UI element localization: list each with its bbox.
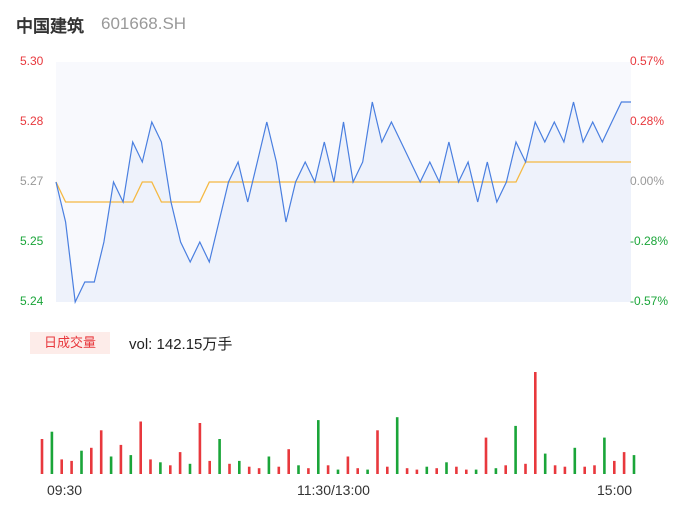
volume-bar: [563, 466, 567, 474]
volume-bar: [613, 460, 616, 474]
volume-bar: [474, 469, 478, 474]
volume-bar: [583, 466, 586, 474]
volume-bar: [149, 459, 152, 474]
volume-bar: [198, 423, 202, 474]
volume-bar: [178, 452, 182, 474]
volume-bar: [80, 450, 83, 474]
volume-bar: [346, 456, 350, 474]
volume-bar: [405, 468, 409, 474]
y-left-tick: 5.28: [20, 114, 44, 128]
volume-bar: [622, 452, 626, 474]
volume-bar: [297, 465, 300, 474]
y-left-tick: 5.27: [20, 174, 44, 188]
volume-bar: [366, 469, 369, 474]
volume-bar: [90, 447, 93, 474]
y-right-tick: 0.57%: [630, 54, 665, 68]
volume-bar: [336, 469, 340, 474]
volume-bar: [543, 453, 547, 474]
y-left-tick: 5.24: [20, 294, 44, 308]
volume-bar: [494, 468, 498, 474]
volume-bar: [593, 465, 596, 474]
volume-bar: [119, 444, 123, 474]
volume-bar: [465, 469, 468, 474]
volume-bar: [238, 460, 241, 474]
volume-bar: [425, 466, 429, 474]
volume-bar: [484, 437, 488, 474]
x-tick: 09:30: [47, 482, 83, 498]
volume-bar: [356, 468, 359, 474]
volume-bar: [40, 439, 44, 474]
intraday-chart: [40, 62, 636, 474]
volume-bar: [139, 421, 142, 474]
volume-bar: [257, 468, 261, 474]
volume-bar: [129, 455, 133, 474]
volume-bars: [40, 372, 636, 474]
y-right-tick: -0.28%: [630, 234, 669, 248]
volume-bar: [218, 439, 221, 474]
y-right-tick: 0.28%: [630, 114, 665, 128]
volume-bar: [208, 460, 211, 474]
y-right-tick: 0.00%: [630, 174, 665, 188]
volume-bar: [445, 462, 448, 474]
volume-bar: [435, 468, 438, 474]
volume-bar: [307, 468, 310, 474]
y-left-tick: 5.25: [20, 234, 44, 248]
volume-bar: [415, 469, 419, 474]
volume-bar: [514, 425, 517, 474]
volume-bar: [277, 466, 281, 474]
x-tick: 11:30/13:00: [297, 482, 370, 498]
volume-bar: [455, 466, 458, 474]
volume-label: 日成交量: [30, 332, 110, 354]
volume-bar: [109, 456, 113, 474]
volume-bar: [70, 460, 73, 474]
volume-bar: [159, 462, 162, 474]
volume-bar: [50, 431, 54, 474]
volume-bar: [60, 459, 63, 474]
volume-bar: [386, 466, 389, 474]
volume-bar: [632, 455, 636, 474]
x-tick: 15:00: [597, 482, 633, 498]
volume-value: vol: 142.15万手: [129, 336, 233, 353]
volume-bar: [395, 417, 399, 474]
volume-bar: [228, 463, 231, 474]
volume-bar: [287, 449, 290, 474]
volume-bar: [169, 465, 172, 474]
volume-bar: [188, 463, 192, 474]
volume-bar: [267, 456, 271, 474]
volume-bar: [534, 372, 537, 474]
volume-bar: [524, 463, 527, 474]
volume-bar: [573, 447, 577, 474]
volume-bar: [603, 437, 606, 474]
volume-bar: [376, 430, 379, 474]
volume-bar: [247, 466, 251, 474]
volume-bar: [317, 420, 320, 474]
y-right-tick: -0.57%: [630, 294, 669, 308]
y-left-tick: 5.30: [20, 54, 44, 68]
volume-bar: [326, 465, 330, 474]
volume-bar: [553, 465, 557, 474]
volume-bar: [99, 430, 103, 474]
volume-bar: [504, 465, 507, 474]
